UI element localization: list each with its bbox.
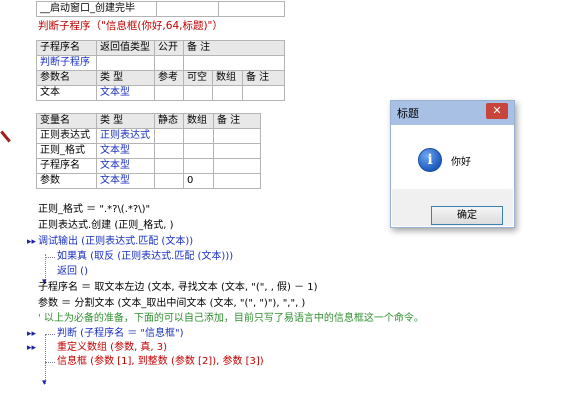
- code-line-4[interactable]: 如果真 (取反 (正则表达式.匹配 (文本))): [57, 250, 233, 264]
- flow-guide-line: [45, 334, 55, 335]
- code-comment-line[interactable]: ' 以上为必备的准备，下面的可以自己添加，目前只写了易语言中的信息框这一个命令。: [38, 312, 424, 326]
- dialog-titlebar[interactable]: 标题 ✕: [391, 101, 514, 125]
- message-dialog: 标题 ✕ i 你好 确定: [390, 100, 515, 228]
- code-text: 子程序名 ＝ 取文本左边 (文本, 寻找文本 (文本, "(", , 假) － …: [38, 282, 318, 293]
- code-line-3[interactable]: 调试输出 (正则表达式.匹配 (文本)): [38, 235, 193, 249]
- table-row: 正则_格式 文本型: [36, 143, 261, 159]
- code-text: 正则表达式.创建 (正则_格式, ): [38, 220, 174, 231]
- var-array-cell[interactable]: [183, 128, 214, 144]
- code-text: 正则_格式 ＝ ".*?\(.*?\)": [38, 204, 151, 215]
- table-row: 文本 文本型: [36, 85, 285, 101]
- var-name-cell[interactable]: 正则表达式: [36, 128, 97, 144]
- col-param-nullable: 可空: [183, 70, 213, 86]
- col-param-type: 类 型: [96, 70, 155, 86]
- code-text: 判断 (子程序名 ＝ "信息框"): [57, 328, 184, 339]
- code-line-11[interactable]: 信息框 (参数 [1], 到整数 (参数 [2]), 参数 [3]): [57, 355, 264, 369]
- ok-button[interactable]: 确定: [431, 206, 503, 225]
- var-name-cell[interactable]: 参数: [36, 173, 97, 189]
- var-type-cell[interactable]: 文本型: [96, 173, 155, 189]
- code-line-9[interactable]: 判断 (子程序名 ＝ "信息框"): [57, 327, 184, 341]
- col-var-type: 类 型: [96, 113, 155, 129]
- code-text: 信息框 (参数 [1], 到整数 (参数 [2]), 参数 [3]): [57, 356, 264, 367]
- flow-arrow-icon: ▸▸: [27, 343, 37, 353]
- code-text: 重定义数组 (参数, 真, 3): [57, 342, 168, 353]
- col-param-array: 数组: [212, 70, 243, 86]
- code-line-10[interactable]: 重定义数组 (参数, 真, 3): [57, 341, 167, 355]
- code-line-6[interactable]: 子程序名 ＝ 取文本左边 (文本, 寻找文本 (文本, "(", , 假) － …: [38, 281, 318, 295]
- col-public: 公开: [154, 40, 184, 56]
- col-subname: 子程序名: [36, 40, 97, 56]
- code-line-1[interactable]: 正则_格式 ＝ ".*?\(.*?\)": [38, 203, 150, 217]
- var-name-cell[interactable]: 正则_格式: [36, 143, 97, 159]
- col-var-array: 数组: [183, 113, 214, 129]
- var-array-cell[interactable]: [183, 158, 214, 174]
- var-array-cell[interactable]: [183, 143, 214, 159]
- code-text: 如果真 (取反 (正则表达式.匹配 (文本))): [57, 251, 234, 262]
- param-name-cell[interactable]: 文本: [36, 85, 97, 101]
- table-row: 正则表达式 正则表达式: [36, 128, 261, 144]
- col-param-ref: 参考: [154, 70, 184, 86]
- code-text: ' 以上为必备的准备，下面的可以自己添加，目前只写了易语言中的信息框这一个命令。: [38, 313, 424, 324]
- code-line-5[interactable]: 返回 (): [57, 265, 88, 279]
- var-name-cell[interactable]: 子程序名: [36, 158, 97, 174]
- col-var-static: 静态: [154, 113, 184, 129]
- param-type-cell[interactable]: 文本型: [96, 85, 155, 101]
- col-var-remark: 备 注: [213, 113, 261, 129]
- code-line-2[interactable]: 正则表达式.创建 (正则_格式, ): [38, 219, 174, 233]
- dialog-message: 你好: [451, 157, 471, 168]
- col-var-name: 变量名: [36, 113, 97, 129]
- col-remark: 备 注: [183, 40, 285, 56]
- col-param-name: 参数名: [36, 70, 97, 86]
- flow-guide-line: [45, 362, 55, 363]
- subroutine-heading: 判断子程序（"信息框(你好,64,标题)"）: [38, 20, 223, 32]
- var-type-cell[interactable]: 正则表达式: [96, 128, 155, 144]
- startup-window-cell[interactable]: __启动窗口_创建完毕: [36, 1, 157, 17]
- variable-table: 变量名 类 型 静态 数组 备 注 正则表达式 正则表达式 正则_格式 文本型 …: [36, 113, 261, 189]
- code-line-7[interactable]: 参数 ＝ 分割文本 (文本_取出中间文本 (文本, "(", ")"), ","…: [38, 297, 305, 311]
- col-return-type: 返回值类型: [96, 40, 155, 56]
- subroutine-table: 子程序名 返回值类型 公开 备 注 判断子程序 参数名 类 型 参考 可空 数组…: [36, 40, 285, 101]
- flow-guide-line: [45, 257, 55, 258]
- flow-arrow-icon: ▸▸: [27, 237, 37, 247]
- dialog-title: 标题: [397, 107, 419, 120]
- var-type-cell[interactable]: 文本型: [96, 158, 155, 174]
- info-icon: i: [418, 148, 442, 172]
- close-icon[interactable]: ✕: [486, 103, 508, 119]
- flow-arrow-icon: ▸▸: [27, 329, 37, 339]
- subroutine-name-cell[interactable]: 判断子程序: [36, 55, 97, 71]
- breakpoint-marker: [0, 130, 11, 143]
- col-param-remark: 备 注: [242, 70, 285, 86]
- code-text: 返回 (): [57, 266, 88, 277]
- table-row: 子程序名 文本型: [36, 158, 261, 174]
- guide-arrow-icon: ▾: [42, 378, 47, 388]
- code-text: 参数 ＝ 分割文本 (文本_取出中间文本 (文本, "(", ")"), ","…: [38, 298, 306, 309]
- var-type-cell[interactable]: 文本型: [96, 143, 155, 159]
- var-array-cell[interactable]: 0: [183, 173, 214, 189]
- table-row: 参数 文本型 0: [36, 173, 261, 189]
- code-text: 调试输出 (正则表达式.匹配 (文本)): [38, 236, 194, 247]
- top-row-table: __启动窗口_创建完毕: [36, 1, 285, 17]
